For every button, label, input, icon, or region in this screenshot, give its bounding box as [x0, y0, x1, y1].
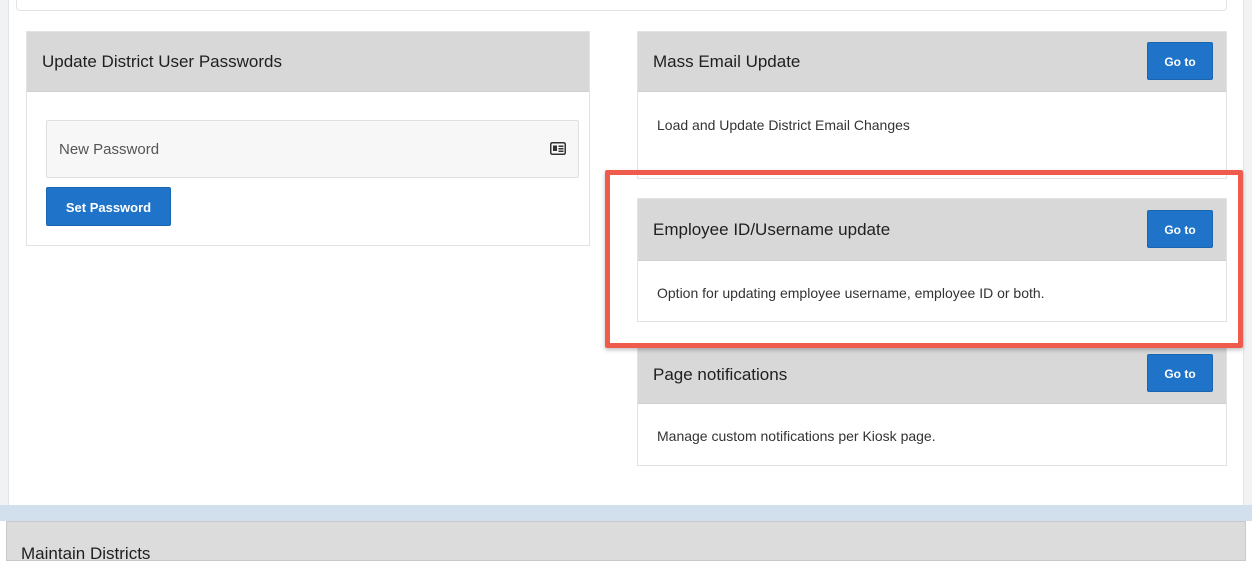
password-card-header: Update District User Passwords [27, 32, 589, 92]
employee-id-card: Employee ID/Username update Go to Option… [637, 198, 1227, 322]
mass-email-goto-button[interactable]: Go to [1147, 42, 1213, 80]
previous-card-bottom [16, 0, 1227, 11]
page-notifications-goto-button[interactable]: Go to [1147, 354, 1213, 392]
page-notifications-card-title: Page notifications [653, 365, 788, 384]
section-separator [0, 505, 1252, 521]
maintain-districts-section: Maintain Districts [6, 521, 1246, 561]
employee-id-card-description: Option for updating employee username, e… [657, 285, 1045, 301]
mass-email-card-header: Mass Email Update Go to [638, 32, 1226, 92]
password-card: Update District User Passwords Set Passw… [26, 31, 590, 246]
new-password-field[interactable] [46, 120, 579, 178]
employee-id-card-title: Employee ID/Username update [653, 220, 891, 239]
page-notifications-card-description: Manage custom notifications per Kiosk pa… [657, 428, 936, 444]
set-password-button[interactable]: Set Password [46, 187, 171, 226]
id-card-icon [550, 142, 566, 155]
employee-id-card-header: Employee ID/Username update Go to [638, 199, 1226, 261]
mass-email-card-title: Mass Email Update [653, 52, 801, 71]
mass-email-card: Mass Email Update Go to Load and Update … [637, 31, 1227, 179]
page-notifications-card-header: Page notifications Go to [638, 344, 1226, 404]
maintain-districts-title: Maintain Districts [21, 544, 151, 561]
employee-id-goto-button[interactable]: Go to [1147, 210, 1213, 248]
page-notifications-card: Page notifications Go to Manage custom n… [637, 343, 1227, 466]
password-card-title: Update District User Passwords [42, 52, 282, 71]
new-password-input[interactable] [47, 121, 537, 177]
mass-email-card-description: Load and Update District Email Changes [657, 117, 910, 133]
